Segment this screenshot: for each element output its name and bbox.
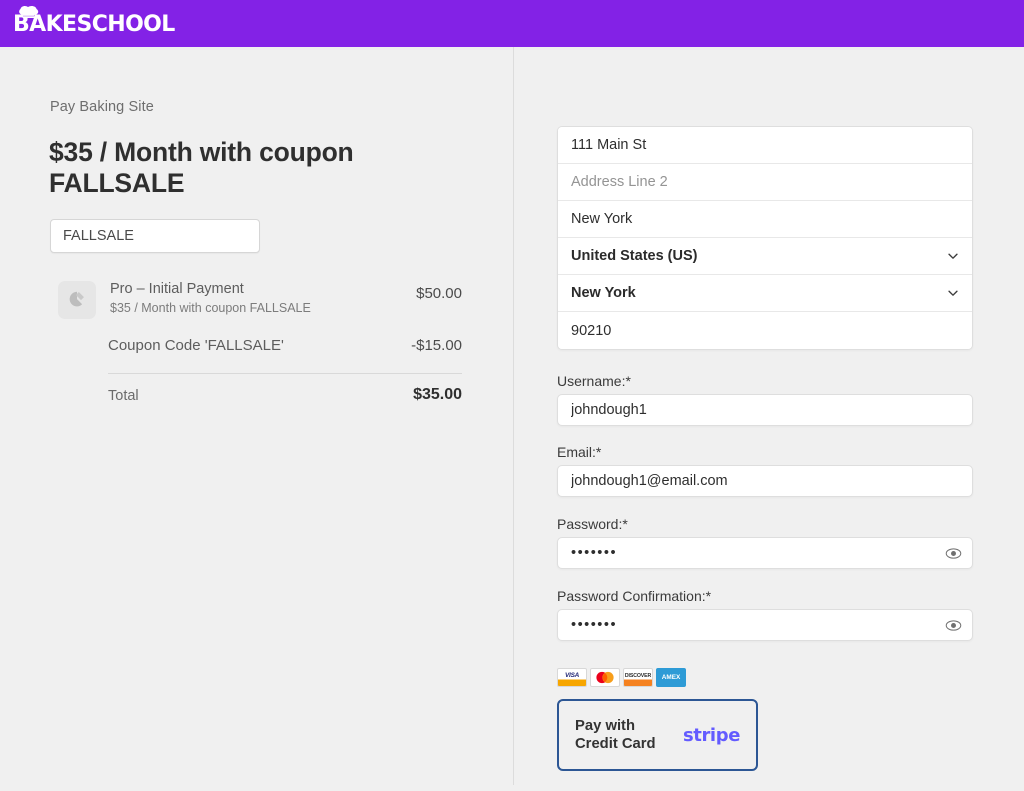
address-postcode-field[interactable]: 90210 xyxy=(558,312,972,349)
password-input-wrap xyxy=(557,537,973,569)
order-total-label: Total xyxy=(108,388,139,404)
checkout-page: BAKESCHOOL Pay Baking Site $35 / Month w… xyxy=(0,0,1024,791)
coupon-discount-label: Coupon Code 'FALLSALE' xyxy=(108,337,284,354)
visa-logo: VISA xyxy=(557,668,587,687)
site-logo[interactable]: BAKESCHOOL xyxy=(13,4,175,44)
coupon-discount-amount: -$15.00 xyxy=(411,337,462,354)
pay-with-credit-card-button[interactable]: Pay with Credit Card stripe xyxy=(557,699,758,771)
password-label: Password:* xyxy=(557,516,973,532)
password-visibility-toggle[interactable] xyxy=(943,543,963,563)
email-input[interactable] xyxy=(557,465,973,497)
order-summary-panel: Pay Baking Site $35 / Month with coupon … xyxy=(0,47,513,791)
password-confirmation-input[interactable] xyxy=(557,609,973,641)
coupon-discount-row: Coupon Code 'FALLSALE' -$15.00 xyxy=(50,337,462,361)
mastercard-logo xyxy=(590,668,620,687)
discover-logo: DISCOVER xyxy=(623,668,653,687)
order-item-name: Pro – Initial Payment xyxy=(110,280,311,300)
order-summary-list: Pro – Initial Payment $35 / Month with c… xyxy=(50,279,462,411)
address-country-value: United States (US) xyxy=(571,248,698,264)
coupon-code-input[interactable] xyxy=(50,219,260,253)
password-confirmation-field-group: Password Confirmation:* xyxy=(557,588,973,641)
email-label: Email:* xyxy=(557,444,973,460)
address-line2-field[interactable]: Address Line 2 xyxy=(558,164,972,201)
stripe-logo: stripe xyxy=(683,725,740,746)
username-field-group: Username:* xyxy=(557,373,973,426)
checkout-body: Pay Baking Site $35 / Month with coupon … xyxy=(0,47,1024,791)
email-field-group: Email:* xyxy=(557,444,973,497)
order-line-item: Pro – Initial Payment $35 / Month with c… xyxy=(50,279,462,321)
pay-button-label: Pay with Credit Card xyxy=(575,717,679,754)
address-country-select[interactable]: United States (US) xyxy=(558,238,972,275)
site-header: BAKESCHOOL xyxy=(0,0,1024,47)
order-total-row: Total $35.00 xyxy=(50,387,462,411)
password-confirmation-input-wrap xyxy=(557,609,973,641)
order-total-amount: $35.00 xyxy=(413,386,462,404)
order-item-amount: $50.00 xyxy=(416,285,462,302)
password-confirmation-label: Password Confirmation:* xyxy=(557,588,973,604)
password-input[interactable] xyxy=(557,537,973,569)
address-line1-field[interactable]: 111 Main St xyxy=(558,127,972,164)
address-state-select[interactable]: New York xyxy=(558,275,972,312)
order-item-subtitle: $35 / Month with coupon FALLSALE xyxy=(110,300,311,318)
merchant-name: Pay Baking Site xyxy=(50,99,154,115)
password-field-group: Password:* xyxy=(557,516,973,569)
chef-hat-icon xyxy=(18,5,40,20)
checkout-form-panel: 111 Main St Address Line 2 New York Unit… xyxy=(513,47,1024,791)
total-divider xyxy=(108,373,462,374)
order-item-text: Pro – Initial Payment $35 / Month with c… xyxy=(110,279,311,317)
accepted-card-logos: VISA DISCOVER AMEX xyxy=(557,668,686,687)
eye-icon xyxy=(945,547,962,560)
username-input[interactable] xyxy=(557,394,973,426)
address-city-field[interactable]: New York xyxy=(558,201,972,238)
product-thumbnail xyxy=(58,281,96,319)
chevron-down-icon xyxy=(946,249,960,263)
eye-icon xyxy=(945,619,962,632)
username-label: Username:* xyxy=(557,373,973,389)
address-fields-group: 111 Main St Address Line 2 New York Unit… xyxy=(557,126,973,350)
page-title: $35 / Month with coupon FALLSALE xyxy=(49,137,449,200)
password-confirmation-visibility-toggle[interactable] xyxy=(943,615,963,635)
image-placeholder-icon xyxy=(66,289,88,311)
address-state-value: New York xyxy=(571,285,636,301)
amex-logo: AMEX xyxy=(656,668,686,687)
chevron-down-icon xyxy=(946,286,960,300)
